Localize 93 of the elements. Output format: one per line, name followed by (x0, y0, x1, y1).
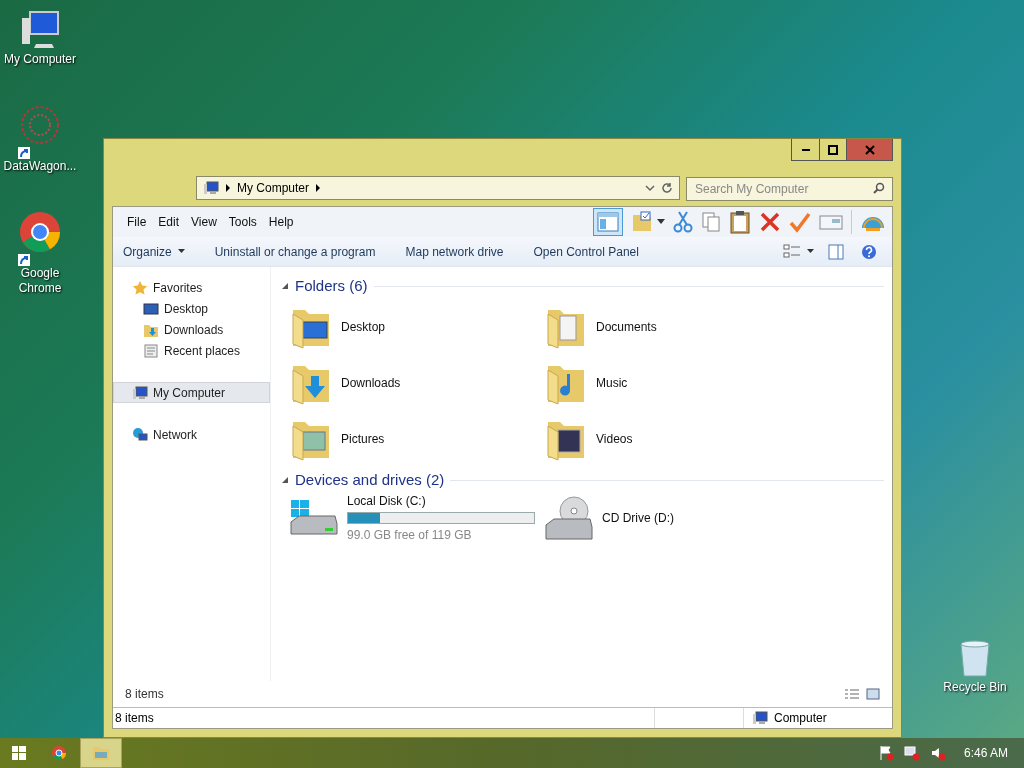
caret-icon (807, 249, 814, 254)
folder-check-icon (631, 211, 653, 233)
folder-options-button[interactable] (631, 211, 665, 233)
desktop-icon-label: DataWagon... (3, 159, 77, 174)
desktop-icon-label: Google Chrome (18, 266, 62, 296)
sidebar-item[interactable]: Favorites (113, 277, 270, 298)
refresh-icon (661, 182, 673, 194)
shortcut-arrow-icon (18, 254, 30, 266)
windows-logo-icon (12, 746, 26, 760)
thumbnail-view-icon (866, 688, 880, 700)
chrome-logo-icon (18, 210, 62, 254)
sidebar-item[interactable]: My Computer (113, 382, 270, 403)
computer-icon (752, 710, 768, 726)
breadcrumb-arrow-icon (315, 184, 322, 192)
folder-item[interactable]: Desktop (289, 299, 544, 355)
paste-button[interactable] (729, 210, 751, 234)
delete-button[interactable] (759, 211, 781, 233)
copy-icon (701, 211, 721, 233)
folder-item[interactable]: Downloads (289, 355, 544, 411)
maximize-icon (828, 144, 838, 155)
close-button[interactable] (846, 139, 892, 160)
clipboard-icon (729, 210, 751, 234)
menu-item[interactable]: Tools (222, 213, 263, 231)
cd-drive-icon (544, 495, 594, 541)
confirm-button[interactable] (789, 211, 811, 233)
folder-item[interactable]: Pictures (289, 411, 544, 467)
drive-label: CD Drive (D:) (602, 510, 674, 527)
delete-icon (759, 211, 781, 233)
folder-item[interactable]: Music (544, 355, 884, 411)
address-bar[interactable]: My Computer (196, 176, 680, 200)
desktop-icon-label: My Computer (4, 52, 76, 67)
toolbar-button[interactable]: Organize (123, 242, 185, 261)
item-count: 8 items (125, 686, 164, 703)
toolbar-button[interactable]: Uninstall or change a program (214, 242, 376, 261)
collapse-triangle-icon (281, 282, 289, 290)
scissors-icon (673, 211, 693, 233)
clock[interactable]: 6:46 AM (955, 744, 1016, 762)
search-field[interactable]: Search My Computer (686, 177, 893, 201)
menu-item[interactable]: File (121, 213, 153, 231)
card-icon (819, 213, 843, 231)
computer-icon (132, 384, 148, 401)
view-list-icon (783, 243, 801, 260)
network-icon (132, 426, 148, 443)
pane-layout-icon (597, 212, 619, 232)
pane-icon (828, 243, 844, 260)
checkmark-icon (789, 211, 811, 233)
caret-icon (657, 219, 665, 225)
address-path: My Computer (237, 180, 310, 197)
recent-places-icon (143, 342, 159, 359)
status-text: 8 items (114, 710, 155, 727)
drive-item[interactable]: Local Disk (C:) 99.0 GB free of 119 GB (289, 493, 544, 543)
cut-button[interactable] (673, 211, 693, 233)
menu-item[interactable]: View (185, 213, 223, 231)
search-icon (873, 182, 885, 194)
chevron-down-icon (645, 184, 655, 192)
folder-icon (92, 745, 110, 761)
shortcut-arrow-icon (18, 147, 30, 159)
status-location: Computer (774, 710, 827, 727)
view-options-button[interactable] (783, 243, 814, 260)
desktop-icon-label: Recycle Bin (943, 680, 1007, 695)
sidebar-item[interactable]: Downloads (113, 319, 270, 340)
collapse-triangle-icon (281, 476, 289, 484)
sidebar-item[interactable]: Network (113, 424, 270, 445)
drive-label: Local Disk (C:) (347, 493, 427, 510)
toolbar-button[interactable]: Open Control Panel (533, 242, 639, 261)
help-icon (861, 243, 877, 260)
preview-pane-button[interactable] (593, 208, 623, 236)
star-icon (132, 279, 148, 296)
network-icon (903, 745, 920, 761)
drive-item[interactable]: CD Drive (D:) (544, 493, 884, 543)
flag-icon (877, 745, 894, 761)
section-header[interactable]: Devices and drives (2) (295, 468, 445, 492)
breadcrumb-arrow-icon (225, 184, 231, 192)
toolbar-button[interactable]: Map network drive (405, 242, 504, 261)
sidebar-item[interactable]: Desktop (113, 298, 270, 319)
copy-button[interactable] (701, 211, 721, 233)
drive-free-space: 99.0 GB free of 119 GB (347, 527, 473, 544)
menu-item[interactable]: Help (262, 213, 300, 231)
minimize-icon (801, 148, 810, 151)
preview-pane-toggle[interactable] (828, 243, 844, 260)
caret-icon (177, 249, 185, 254)
menu-item[interactable]: Edit (152, 213, 186, 231)
folder-item[interactable]: Videos (544, 411, 884, 467)
hard-drive-icon (289, 498, 339, 538)
details-view-icon (844, 688, 860, 700)
sidebar-item[interactable]: Recent places (113, 340, 270, 361)
speaker-muted-icon (929, 745, 946, 761)
computer-icon (203, 180, 219, 196)
desktop-icon (143, 300, 159, 317)
chrome-logo-icon (51, 745, 67, 761)
close-icon (864, 144, 875, 155)
folder-item[interactable]: Documents (544, 299, 884, 355)
section-header[interactable]: Folders (6) (295, 274, 368, 298)
